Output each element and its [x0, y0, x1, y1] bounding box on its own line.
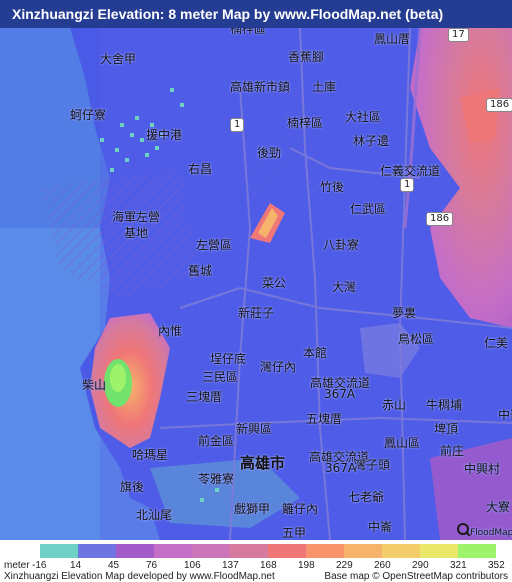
legend-swatch: [420, 544, 458, 558]
legend-swatch: [268, 544, 306, 558]
legend-tick-label: 321: [450, 560, 467, 571]
footer-attribution: Base map © OpenStreetMap contributors: [324, 571, 508, 582]
map-label: 五塊厝: [306, 412, 343, 426]
map-label: 仁義交流道: [380, 164, 441, 178]
legend-tick-label: 352: [488, 560, 505, 571]
road-shield: 1: [400, 178, 415, 192]
map-label: 高雄市: [240, 454, 286, 472]
map-label: 楠梓區: [230, 28, 267, 36]
road-shield: 186: [426, 212, 454, 226]
legend-tick-label: 260: [374, 560, 391, 571]
map-label: 楠梓區: [287, 116, 324, 130]
map-label: 367A: [324, 387, 356, 401]
map-label: 埤頂: [434, 422, 459, 436]
map-label: 赤山: [382, 398, 407, 412]
legend-tick-label: 198: [298, 560, 315, 571]
map-label: 新興區: [236, 422, 273, 436]
legend-swatch: [40, 544, 78, 558]
map-label: 367A: [325, 461, 357, 475]
legend-tick-label: -16: [32, 560, 47, 571]
map-label: 三塊厝: [186, 390, 223, 404]
map-label: 北汕尾: [136, 508, 173, 522]
map-label: 牛稠埔: [426, 398, 463, 412]
map-label: 旗後: [120, 480, 145, 494]
map-label: 前庄: [440, 444, 465, 458]
map-label: 籬仔內: [282, 502, 319, 516]
road-shield: 17: [448, 28, 469, 42]
road-shield: 186: [486, 98, 512, 112]
legend-tick-label: 106: [184, 560, 201, 571]
map-label: 仁美: [484, 336, 509, 350]
legend-tick-label: 76: [146, 560, 158, 571]
map-label: 三民區: [202, 370, 239, 384]
legend-swatch: [382, 544, 420, 558]
map-label: 香蕉腳: [288, 50, 325, 64]
map-label: 右昌: [188, 162, 213, 176]
map-label: 竹後: [320, 180, 345, 194]
map-label: 苓雅寮: [198, 472, 235, 486]
map-label: 菜公: [262, 276, 287, 290]
map-label: 七老爺: [348, 490, 385, 504]
map-label: 灣子頭: [354, 458, 391, 472]
map-label: 內惟: [158, 324, 183, 338]
legend-tick-label: 45: [108, 560, 120, 571]
legend-swatch: [230, 544, 268, 558]
map-label: 蚵仔寮: [70, 108, 107, 122]
legend-tick-label: 168: [260, 560, 277, 571]
map-label: 土庫: [312, 80, 337, 94]
legend-swatch: [192, 544, 230, 558]
legend-swatch: [154, 544, 192, 558]
map-label: 大舍甲: [100, 52, 137, 66]
legend-swatch: [116, 544, 154, 558]
map-label: 前金區: [198, 434, 235, 448]
legend-swatch: [458, 544, 496, 558]
elevation-map[interactable]: 楠梓區 香蕉腳 鳳山厝 大舍甲 高雄新市鎮 土庫 蚵仔寮 援中港 大社區 楠梓區…: [0, 28, 512, 540]
legend-swatch: [344, 544, 382, 558]
map-label: 大灣: [332, 280, 357, 294]
map-label: 大寮: [486, 500, 511, 514]
map-label: 戲獅甲: [234, 502, 271, 516]
map-label: 新莊子: [238, 306, 275, 320]
map-label: 高雄新市鎮: [230, 80, 291, 94]
elevation-legend: meter -16 14 45 76 106 137 168 198 229 260 290 321 35…: [0, 540, 512, 582]
map-label: 八卦寮: [323, 238, 360, 252]
map-label: 本館: [303, 346, 328, 360]
logo-text: FloodMap: [470, 528, 512, 538]
map-label: 鳥松區: [398, 332, 435, 346]
map-label: 柴山: [82, 378, 107, 392]
map-label: 海軍左營: [112, 210, 161, 224]
legend-swatch: [78, 544, 116, 558]
legend-tick-label: 229: [336, 560, 353, 571]
map-label: 夢裏: [392, 306, 417, 320]
map-label: 五甲: [282, 526, 307, 540]
legend-unit-label: meter: [4, 560, 30, 571]
map-label: 中崙: [368, 520, 393, 534]
map-label: 仁武區: [350, 202, 387, 216]
legend-tick-label: 14: [70, 560, 82, 571]
legend-tick-label: 137: [222, 560, 239, 571]
map-label: 援中港: [146, 128, 183, 142]
road-shield: 1: [230, 118, 245, 132]
map-label: 基地: [124, 226, 149, 240]
map-label: 舊城: [188, 264, 213, 278]
map-label: 鳳山厝: [374, 32, 411, 46]
page-title: Xinzhuangzi Elevation: 8 meter Map by ww…: [0, 0, 512, 28]
map-label: 中興村: [464, 462, 501, 476]
map-label: 林子邊: [353, 134, 390, 148]
map-label: 灣仔內: [260, 360, 297, 374]
map-label: 哈瑪星: [132, 448, 169, 462]
footer-credit: Xinzhuangzi Elevation Map developed by w…: [4, 571, 275, 582]
map-label: 左營區: [196, 238, 233, 252]
map-label: 大社區: [345, 110, 382, 124]
map-label: 中崙: [498, 408, 512, 422]
map-label: 鳳山區: [384, 436, 421, 450]
legend-swatch: [306, 544, 344, 558]
map-label: 埕仔底: [210, 352, 247, 366]
map-label: 後勁: [257, 146, 282, 160]
legend-tick-label: 290: [412, 560, 429, 571]
